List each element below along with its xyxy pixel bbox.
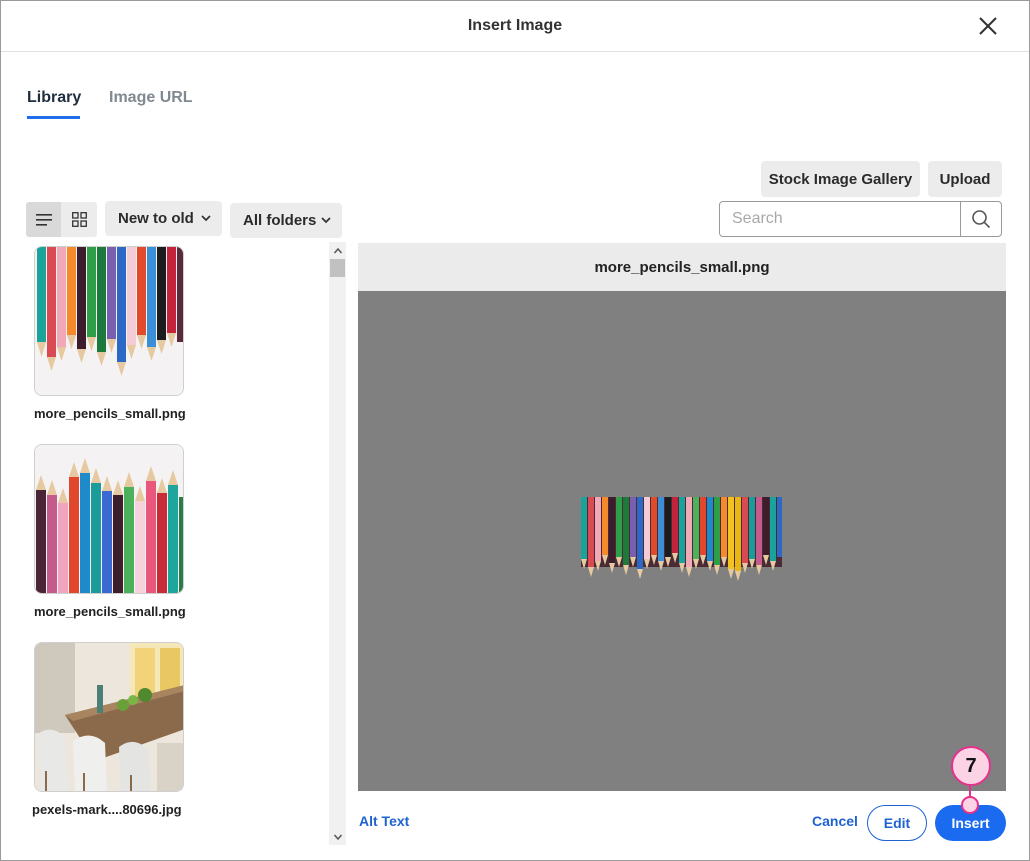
edit-button[interactable]: Edit	[867, 805, 927, 841]
dialog-title: Insert Image	[467, 17, 563, 34]
stock-image-gallery-button[interactable]: Stock Image Gallery	[761, 161, 920, 197]
chevron-down-icon	[333, 834, 342, 840]
pencils-thumbnail-image	[35, 445, 183, 593]
view-toggle	[26, 202, 97, 237]
chevron-up-icon	[333, 247, 342, 253]
search-button[interactable]	[960, 202, 1001, 236]
tab-image-url[interactable]: Image URL	[109, 89, 193, 107]
preview-filename: more_pencils_small.png	[358, 243, 1006, 291]
thumbnail-filename: pexels-mark....80696.jpg	[32, 802, 182, 817]
scroll-down-button[interactable]	[329, 828, 346, 845]
image-library-list: more_pencils_small.png more_pencils_smal…	[26, 242, 346, 845]
list-view-icon	[35, 213, 52, 226]
grid-view-button[interactable]	[62, 202, 97, 237]
close-icon	[979, 17, 997, 35]
thumbnail-filename: more_pencils_small.png	[34, 604, 186, 619]
dialog-header: Insert Image	[1, 1, 1029, 52]
sort-dropdown[interactable]: New to old	[105, 201, 222, 236]
step-callout-target-dot	[961, 796, 979, 814]
pencils-thumbnail-image	[35, 247, 183, 395]
list-item[interactable]: pexels-mark....80696.jpg	[32, 642, 190, 817]
search-input[interactable]	[720, 202, 960, 236]
insert-image-dialog: Insert Image Library Image URL Stock Ima…	[0, 0, 1030, 861]
list-view-button[interactable]	[26, 202, 61, 237]
thumbnail-filename: more_pencils_small.png	[34, 406, 186, 421]
cancel-button[interactable]: Cancel	[812, 813, 858, 829]
chevron-down-icon	[321, 217, 331, 224]
image-thumbnail[interactable]	[34, 642, 184, 792]
preview-area	[358, 291, 1006, 791]
close-button[interactable]	[975, 13, 1001, 39]
dining-room-thumbnail-image	[35, 643, 183, 791]
image-thumbnail[interactable]	[34, 246, 184, 396]
list-item[interactable]: more_pencils_small.png	[34, 444, 190, 619]
sort-dropdown-value: New to old	[118, 210, 194, 227]
search-icon	[972, 210, 991, 229]
folder-dropdown[interactable]: All folders	[230, 203, 342, 238]
scroll-up-button[interactable]	[329, 242, 346, 259]
upload-button[interactable]: Upload	[928, 161, 1002, 197]
preview-image	[581, 497, 782, 581]
step-callout-badge: 7	[951, 746, 991, 786]
alt-text-link[interactable]: Alt Text	[359, 813, 409, 829]
chevron-down-icon	[201, 215, 211, 222]
grid-view-icon	[72, 212, 87, 227]
folder-dropdown-value: All folders	[243, 212, 317, 229]
search-box	[719, 201, 1002, 237]
list-item[interactable]: more_pencils_small.png	[34, 246, 190, 421]
image-thumbnail[interactable]	[34, 444, 184, 594]
list-scrollbar[interactable]	[329, 242, 346, 845]
scrollbar-thumb[interactable]	[330, 259, 345, 277]
active-tab-indicator	[27, 116, 80, 119]
tab-library[interactable]: Library	[27, 89, 81, 107]
